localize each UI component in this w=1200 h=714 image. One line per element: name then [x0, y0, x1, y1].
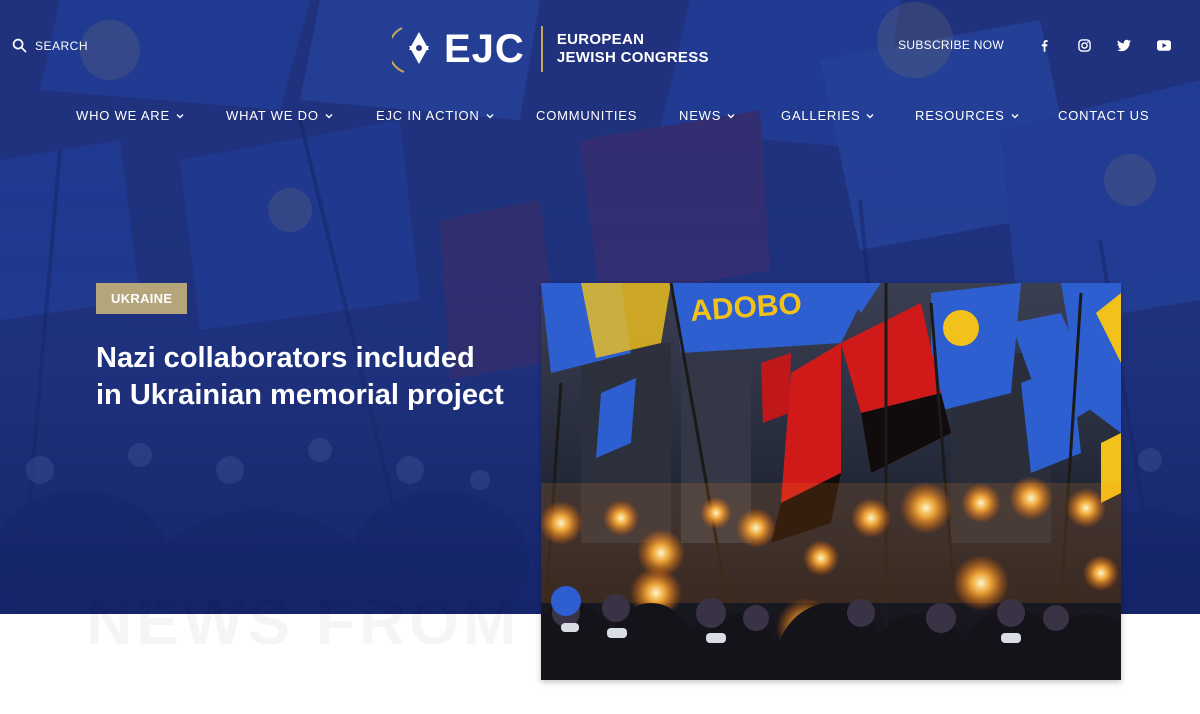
twitter-link[interactable] [1104, 39, 1144, 52]
torchlight-march-photo: ADOBO [541, 283, 1121, 680]
nav-item-label: RESOURCES [915, 108, 1005, 123]
nav-item-label: CONTACT US [1058, 108, 1150, 123]
nav-item-what-we-do[interactable]: WHAT WE DO [226, 108, 333, 123]
chevron-down-icon [325, 113, 333, 118]
nav-item-label: COMMUNITIES [536, 108, 638, 123]
nav-item-ejc-in-action[interactable]: EJC IN ACTION [376, 108, 494, 123]
logo-divider [540, 26, 543, 72]
chevron-down-icon [176, 113, 184, 118]
youtube-icon [1157, 39, 1171, 51]
instagram-icon [1077, 38, 1091, 52]
twitter-icon [1117, 39, 1131, 51]
facebook-link[interactable] [1024, 39, 1064, 52]
chevron-down-icon [1011, 113, 1019, 118]
logo-subtitle-line1: EUROPEAN [556, 31, 645, 48]
subscribe-link[interactable]: SUBSCRIBE NOW [898, 38, 1004, 52]
nav-item-galleries[interactable]: GALLERIES [781, 108, 874, 123]
chevron-down-icon [866, 113, 874, 118]
nav-item-communities[interactable]: COMMUNITIES [536, 108, 637, 123]
nav-item-label: WHAT WE DO [226, 108, 319, 123]
featured-article-image[interactable]: ADOBO [541, 283, 1121, 680]
facebook-icon [1041, 39, 1048, 52]
nav-item-label: NEWS [679, 108, 722, 123]
instagram-link[interactable] [1064, 38, 1104, 52]
nav-item-label: WHO WE ARE [76, 108, 170, 123]
search-button[interactable]: SEARCH [12, 38, 88, 53]
logo-subtitle-line2: JEWISH CONGRESS [556, 49, 709, 66]
article-headline[interactable]: Nazi collaborators included in Ukrainian… [96, 340, 506, 414]
logo-wordmark: EJC [444, 27, 525, 71]
header-actions: SUBSCRIBE NOW [898, 38, 1184, 52]
nav-item-contact-us[interactable]: CONTACT US [1058, 108, 1149, 123]
site-logo[interactable]: EJC EUROPEAN JEWISH CONGRESS [392, 22, 709, 76]
logo-subtitle: EUROPEAN JEWISH CONGRESS [557, 31, 709, 67]
nav-item-label: EJC IN ACTION [376, 108, 480, 123]
nav-item-resources[interactable]: RESOURCES [915, 108, 1019, 123]
nav-item-news[interactable]: NEWS [679, 108, 735, 123]
category-tag[interactable]: UKRAINE [96, 283, 188, 314]
search-label: SEARCH [35, 38, 89, 53]
star-of-david-logo-icon [392, 27, 429, 73]
main-navigation: WHO WE ARE WHAT WE DO EJC IN ACTION COMM… [0, 108, 1200, 126]
chevron-down-icon [486, 113, 494, 118]
youtube-link[interactable] [1144, 39, 1184, 52]
search-icon [12, 38, 27, 53]
nav-item-who-we-are[interactable]: WHO WE ARE [76, 108, 184, 123]
nav-item-label: GALLERIES [781, 108, 861, 123]
chevron-down-icon [727, 113, 735, 118]
